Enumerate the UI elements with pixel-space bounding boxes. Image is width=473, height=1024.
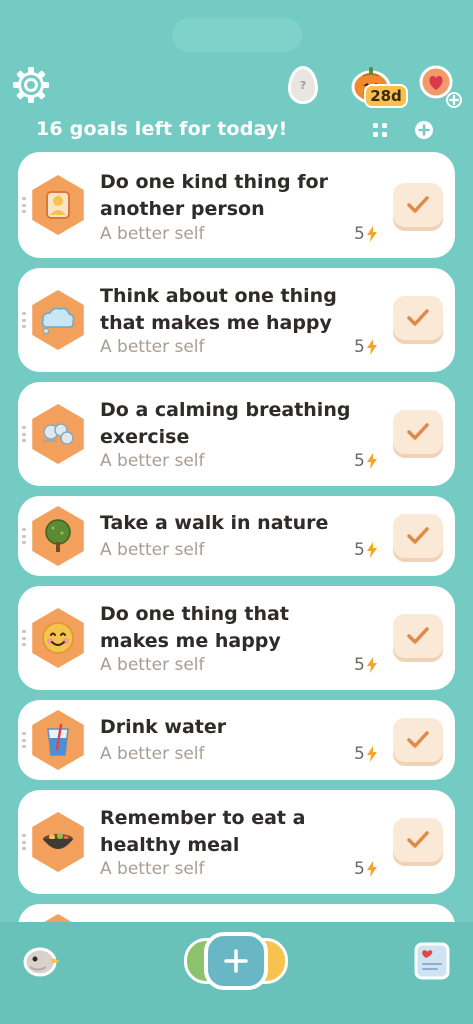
add-button-group (184, 932, 288, 990)
bolt-icon (366, 746, 377, 762)
breath-wind-icon (32, 404, 84, 464)
drag-handle-icon[interactable] (22, 312, 26, 328)
journal-icon[interactable] (414, 942, 450, 980)
goal-category: A better self (100, 859, 205, 879)
goal-card[interactable]: Do one kind thing for another person A b… (18, 152, 455, 258)
drag-handle-icon[interactable] (22, 630, 26, 646)
goal-title: Do one thing that makes me happy (100, 603, 289, 652)
checkmark-icon (407, 423, 429, 440)
goal-category: A better self (100, 337, 205, 357)
thought-cloud-icon (32, 290, 84, 350)
goal-title: Remember to eat a healthy meal (100, 807, 306, 856)
complete-goal-button[interactable] (393, 296, 443, 340)
goal-category: A better self (100, 655, 205, 675)
goal-category: A better self (100, 224, 205, 244)
settings-gear-icon[interactable] (10, 64, 52, 106)
checkmark-icon (407, 527, 429, 544)
bolt-icon (366, 861, 377, 877)
mystery-egg-icon[interactable]: ? (288, 66, 318, 104)
drag-handle-icon[interactable] (22, 426, 26, 442)
goal-points: 5 (354, 224, 377, 244)
status-bar (0, 0, 473, 56)
bolt-icon (366, 226, 377, 242)
streak-badge: 28d (364, 84, 408, 108)
complete-goal-button[interactable] (393, 183, 443, 227)
goal-card[interactable]: Do one thing that makes me happy A bette… (18, 586, 455, 690)
bolt-icon (366, 453, 377, 469)
goal-title: Drink water (100, 716, 227, 738)
add-goal-icon[interactable] (414, 120, 434, 140)
water-glass-icon (32, 710, 84, 770)
status-pill (172, 18, 302, 52)
goal-card[interactable]: Drink water A better self 5 (18, 700, 455, 780)
pet-bird-icon[interactable] (22, 942, 62, 978)
goal-points: 5 (354, 859, 377, 879)
complete-goal-button[interactable] (393, 718, 443, 762)
bolt-icon (366, 657, 377, 673)
checkmark-icon (407, 831, 429, 848)
goal-title: Do a calming breathing exercise (100, 399, 351, 448)
goal-title: Take a walk in nature (100, 512, 329, 534)
plus-icon (224, 949, 248, 973)
bolt-icon (366, 542, 377, 558)
goal-category: A better self (100, 540, 205, 560)
grid-view-icon[interactable] (372, 122, 388, 138)
goal-card[interactable]: Remember to eat a healthy meal A better … (18, 790, 455, 894)
goals-summary-row: 16 goals left for today! (0, 114, 473, 148)
tree-icon (32, 506, 84, 566)
goal-category: A better self (100, 744, 205, 764)
smiling-face-icon (32, 608, 84, 668)
goal-card[interactable]: Take a walk in nature A better self 5 (18, 496, 455, 576)
drag-handle-icon[interactable] (22, 732, 26, 748)
complete-goal-button[interactable] (393, 614, 443, 658)
goals-left-text: 16 goals left for today! (36, 118, 288, 140)
complete-goal-button[interactable] (393, 818, 443, 862)
checkmark-icon (407, 627, 429, 644)
drag-handle-icon[interactable] (22, 197, 26, 213)
checkmark-icon (407, 731, 429, 748)
top-bar: ? 28d (0, 56, 473, 114)
goal-points: 5 (354, 540, 377, 560)
heart-add-icon[interactable] (418, 64, 462, 108)
complete-goal-button[interactable] (393, 410, 443, 454)
goal-title: Do one kind thing for another person (100, 171, 328, 220)
helping-person-icon (32, 175, 84, 235)
checkmark-icon (407, 196, 429, 213)
goal-card[interactable]: Do a calming breathing exercise A better… (18, 382, 455, 486)
goal-category: A better self (100, 451, 205, 471)
complete-goal-button[interactable] (393, 514, 443, 558)
goal-title: Think about one thing that makes me happ… (100, 285, 337, 334)
goal-points: 5 (354, 744, 377, 764)
add-button[interactable] (204, 932, 268, 990)
goal-points: 5 (354, 655, 377, 675)
goal-card[interactable]: Think about one thing that makes me happ… (18, 268, 455, 372)
goal-points: 5 (354, 337, 377, 357)
goal-points: 5 (354, 451, 377, 471)
checkmark-icon (407, 309, 429, 326)
bottom-navigation (0, 922, 473, 1024)
bolt-icon (366, 339, 377, 355)
food-bowl-icon (32, 812, 84, 872)
drag-handle-icon[interactable] (22, 834, 26, 850)
drag-handle-icon[interactable] (22, 528, 26, 544)
